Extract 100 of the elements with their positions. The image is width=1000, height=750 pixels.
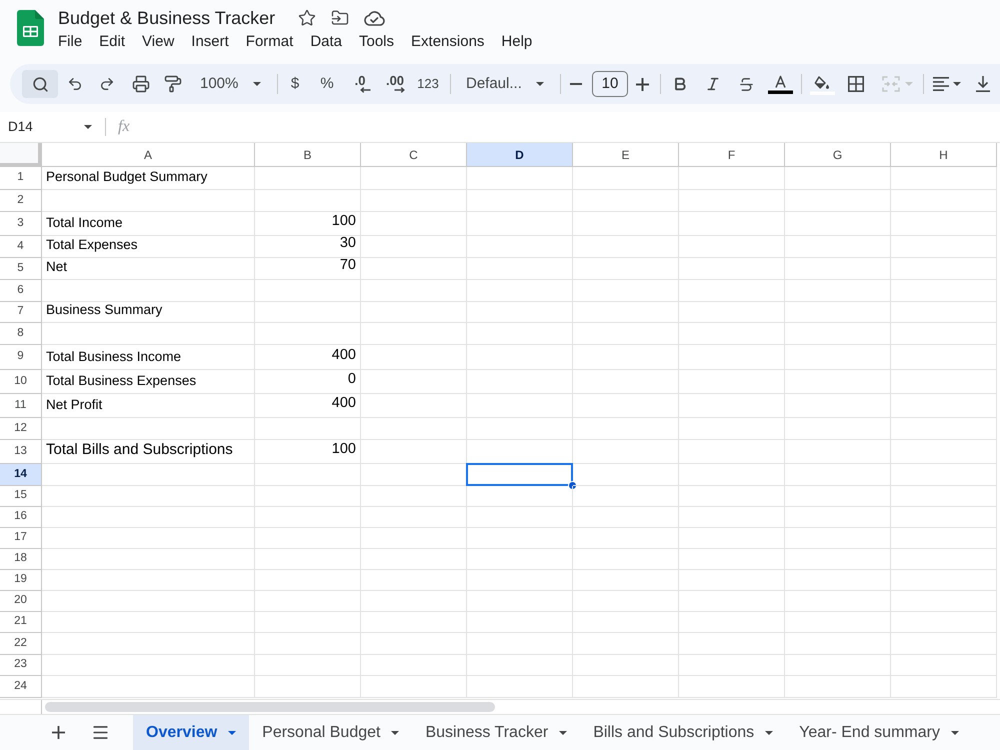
menu-item[interactable]: Data xyxy=(302,31,350,53)
sheet-cell[interactable]: Net Profit xyxy=(42,394,255,418)
undo-icon xyxy=(67,76,83,92)
font-select[interactable]: Defaul... xyxy=(456,70,552,98)
caret-icon xyxy=(559,730,568,734)
menu-item[interactable]: Tools xyxy=(351,31,402,53)
currency-button[interactable]: $ xyxy=(280,70,310,98)
fill-handle[interactable] xyxy=(568,481,577,490)
horizontal-scrollbar-thumb[interactable] xyxy=(45,702,495,712)
menu-item[interactable]: Insert xyxy=(183,31,237,53)
align-bottom-icon xyxy=(976,76,990,92)
sheet-cell[interactable]: Total Business Expenses xyxy=(42,370,255,394)
caret-icon xyxy=(228,730,236,734)
sheet-cell[interactable]: 400 xyxy=(255,345,361,370)
printer-icon xyxy=(132,75,150,93)
row-header[interactable]: 21 xyxy=(0,612,42,633)
column-header[interactable]: D xyxy=(467,143,573,167)
sheet-cell[interactable]: 100 xyxy=(255,440,361,464)
zoom-select[interactable]: 100% xyxy=(190,70,268,98)
caret-icon xyxy=(765,730,774,734)
right-arrow-icon xyxy=(394,87,404,93)
row-header[interactable]: 11 xyxy=(0,394,42,418)
column-header[interactable]: B xyxy=(255,143,361,167)
decrease-decimal-button[interactable]: .0 xyxy=(344,70,376,98)
move-folder-icon[interactable] xyxy=(331,9,350,27)
fx-label: fx xyxy=(118,117,130,137)
sheet-tab[interactable]: Overview xyxy=(133,715,250,750)
row-header[interactable]: 19 xyxy=(0,570,42,591)
caret-icon xyxy=(391,730,400,734)
column-header[interactable]: F xyxy=(679,143,785,167)
row-header[interactable]: 18 xyxy=(0,549,42,570)
row-header[interactable]: 8 xyxy=(0,323,42,345)
sheet-tab[interactable]: Bills and Subscriptions xyxy=(580,715,786,750)
plus-icon xyxy=(636,78,648,90)
add-icon xyxy=(52,726,64,739)
row-header[interactable]: 13 xyxy=(0,440,42,464)
sheet-cell[interactable]: Total Business Income xyxy=(42,345,255,370)
caret-icon xyxy=(950,730,959,734)
sheet-cell[interactable]: 100 xyxy=(255,212,361,236)
menu-item[interactable]: Format xyxy=(238,31,302,53)
strikethrough-icon xyxy=(738,76,754,92)
sheet-cell[interactable]: 0 xyxy=(255,370,361,394)
row-header[interactable]: 16 xyxy=(0,507,42,528)
menu-item[interactable]: Extensions xyxy=(403,31,492,53)
row-header[interactable]: 15 xyxy=(0,486,42,507)
sheet-cell[interactable]: Personal Budget Summary xyxy=(42,167,255,190)
caret-icon xyxy=(904,82,912,86)
row-header[interactable]: 23 xyxy=(0,655,42,676)
column-header[interactable]: A xyxy=(42,143,255,167)
sheet-tab[interactable]: Year- End summary xyxy=(786,715,972,750)
column-header[interactable]: E xyxy=(573,143,679,167)
sheet-cell[interactable]: 400 xyxy=(255,394,361,418)
paint-roller-icon xyxy=(164,75,182,93)
row-header[interactable]: 12 xyxy=(0,418,42,440)
menu-item[interactable]: Help xyxy=(493,31,540,53)
row-header[interactable]: 14 xyxy=(0,464,42,486)
number-format-button[interactable]: 123 xyxy=(414,70,442,98)
sheet-cell[interactable]: Net xyxy=(42,258,255,280)
row-header[interactable]: 4 xyxy=(0,236,42,258)
row-header[interactable]: 5 xyxy=(0,258,42,280)
sheet-tab[interactable]: Personal Budget xyxy=(249,715,412,750)
row-header[interactable]: 2 xyxy=(0,190,42,212)
increase-decimal-button[interactable]: .00 xyxy=(378,70,412,98)
search-button[interactable] xyxy=(22,70,58,98)
row-header[interactable]: 9 xyxy=(0,345,42,370)
sheet-cell[interactable]: 30 xyxy=(255,236,361,258)
text-color-icon xyxy=(768,74,792,94)
percent-button[interactable]: % xyxy=(312,70,342,98)
document-title[interactable]: Budget & Business Tracker xyxy=(58,4,276,32)
column-header[interactable]: H xyxy=(891,143,997,167)
row-header[interactable]: 10 xyxy=(0,370,42,394)
row-header[interactable]: 17 xyxy=(0,528,42,549)
sheet-cell[interactable]: Total Expenses xyxy=(42,236,255,258)
row-header[interactable]: 3 xyxy=(0,212,42,236)
menu-item[interactable]: View xyxy=(134,31,182,53)
column-header[interactable]: G xyxy=(785,143,891,167)
row-header[interactable]: 1 xyxy=(0,167,42,190)
menu-icon xyxy=(90,723,110,742)
star-icon[interactable] xyxy=(298,9,316,27)
sheet-cell[interactable]: Total Income xyxy=(42,212,255,236)
select-all-corner[interactable] xyxy=(0,143,42,167)
cloud-check-icon[interactable] xyxy=(363,10,386,26)
borders-icon xyxy=(848,76,864,92)
fill-color-icon xyxy=(810,74,834,94)
name-box[interactable]: D14 xyxy=(0,114,97,140)
sheet-cell[interactable]: Total Bills and Subscriptions xyxy=(42,440,255,464)
menu-item[interactable]: File xyxy=(50,31,90,53)
row-header[interactable]: 22 xyxy=(0,633,42,655)
row-header[interactable]: 24 xyxy=(0,676,42,698)
row-header[interactable]: 6 xyxy=(0,280,42,302)
row-header[interactable]: 20 xyxy=(0,591,42,612)
sheet-cell[interactable]: Business Summary xyxy=(42,302,255,323)
font-size-field[interactable]: 10 xyxy=(592,71,628,97)
search-icon xyxy=(32,76,48,92)
spreadsheet-logo-icon[interactable] xyxy=(17,10,44,46)
sheet-tab[interactable]: Business Tracker xyxy=(412,715,580,750)
column-header[interactable]: C xyxy=(361,143,467,167)
menu-item[interactable]: Edit xyxy=(91,31,134,53)
sheet-cell[interactable]: 70 xyxy=(255,258,361,280)
row-header[interactable]: 7 xyxy=(0,302,42,323)
